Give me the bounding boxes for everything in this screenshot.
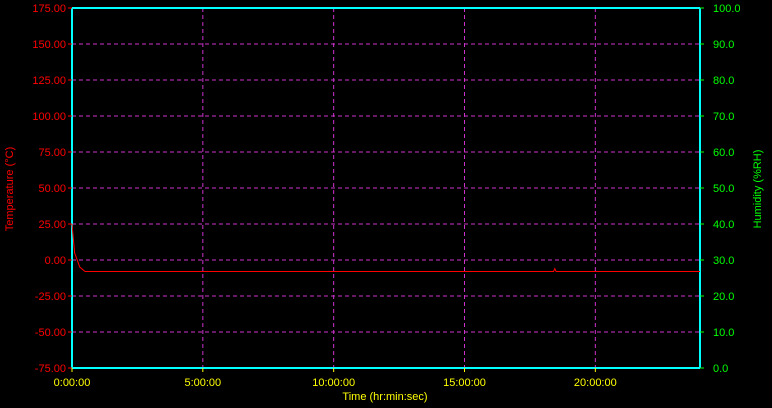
right-tick-label: 20.0 (713, 291, 734, 303)
right-tick-label: 10.0 (713, 327, 734, 339)
left-axis-title: Temperature (°C) (4, 147, 16, 231)
right-tick-label: 50.0 (713, 183, 734, 195)
left-tick-label: 0.00 (45, 255, 66, 267)
left-tick-label: 100.00 (32, 111, 66, 123)
left-tick-label: 50.00 (38, 183, 66, 195)
x-tick-label: 20:00:00 (574, 377, 617, 389)
left-tick-label: -50.00 (35, 327, 66, 339)
x-tick-label: 5:00:00 (184, 377, 221, 389)
right-tick-label: 0.0 (713, 363, 728, 375)
tick-layer: 175.00 150.00 125.00 100.00 75.00 50.00 25.00 0… (32, 3, 740, 389)
grid-lines (71, 7, 700, 369)
left-tick-label: 150.00 (32, 39, 66, 51)
right-tick-label: 100.0 (713, 3, 741, 15)
left-tick-label: 25.00 (38, 219, 66, 231)
right-axis-title: Humidity (%RH) (752, 150, 764, 229)
left-tick-label: 75.00 (38, 147, 66, 159)
left-tick-label: -25.00 (35, 291, 66, 303)
left-tick-label: -75.00 (35, 363, 66, 375)
right-tick-label: 60.0 (713, 147, 734, 159)
left-tick-label: 125.00 (32, 75, 66, 87)
x-tick-label: 10:00:00 (312, 377, 355, 389)
series-layer (71, 223, 700, 272)
left-tick-label: 175.00 (32, 3, 66, 15)
right-tick-label: 70.0 (713, 111, 734, 123)
right-tick-label: 40.0 (713, 219, 734, 231)
series-line (71, 223, 700, 272)
right-tick-label: 30.0 (713, 255, 734, 267)
right-tick-label: 80.0 (713, 75, 734, 87)
x-tick-label: 15:00:00 (443, 377, 486, 389)
x-tick-label: 0:00:00 (54, 377, 91, 389)
x-axis-title: Time (hr:min:sec) (342, 391, 427, 403)
temperature-humidity-chart: 175.00 150.00 125.00 100.00 75.00 50.00 25.00 0… (4, 3, 764, 403)
right-tick-label: 90.0 (713, 39, 734, 51)
